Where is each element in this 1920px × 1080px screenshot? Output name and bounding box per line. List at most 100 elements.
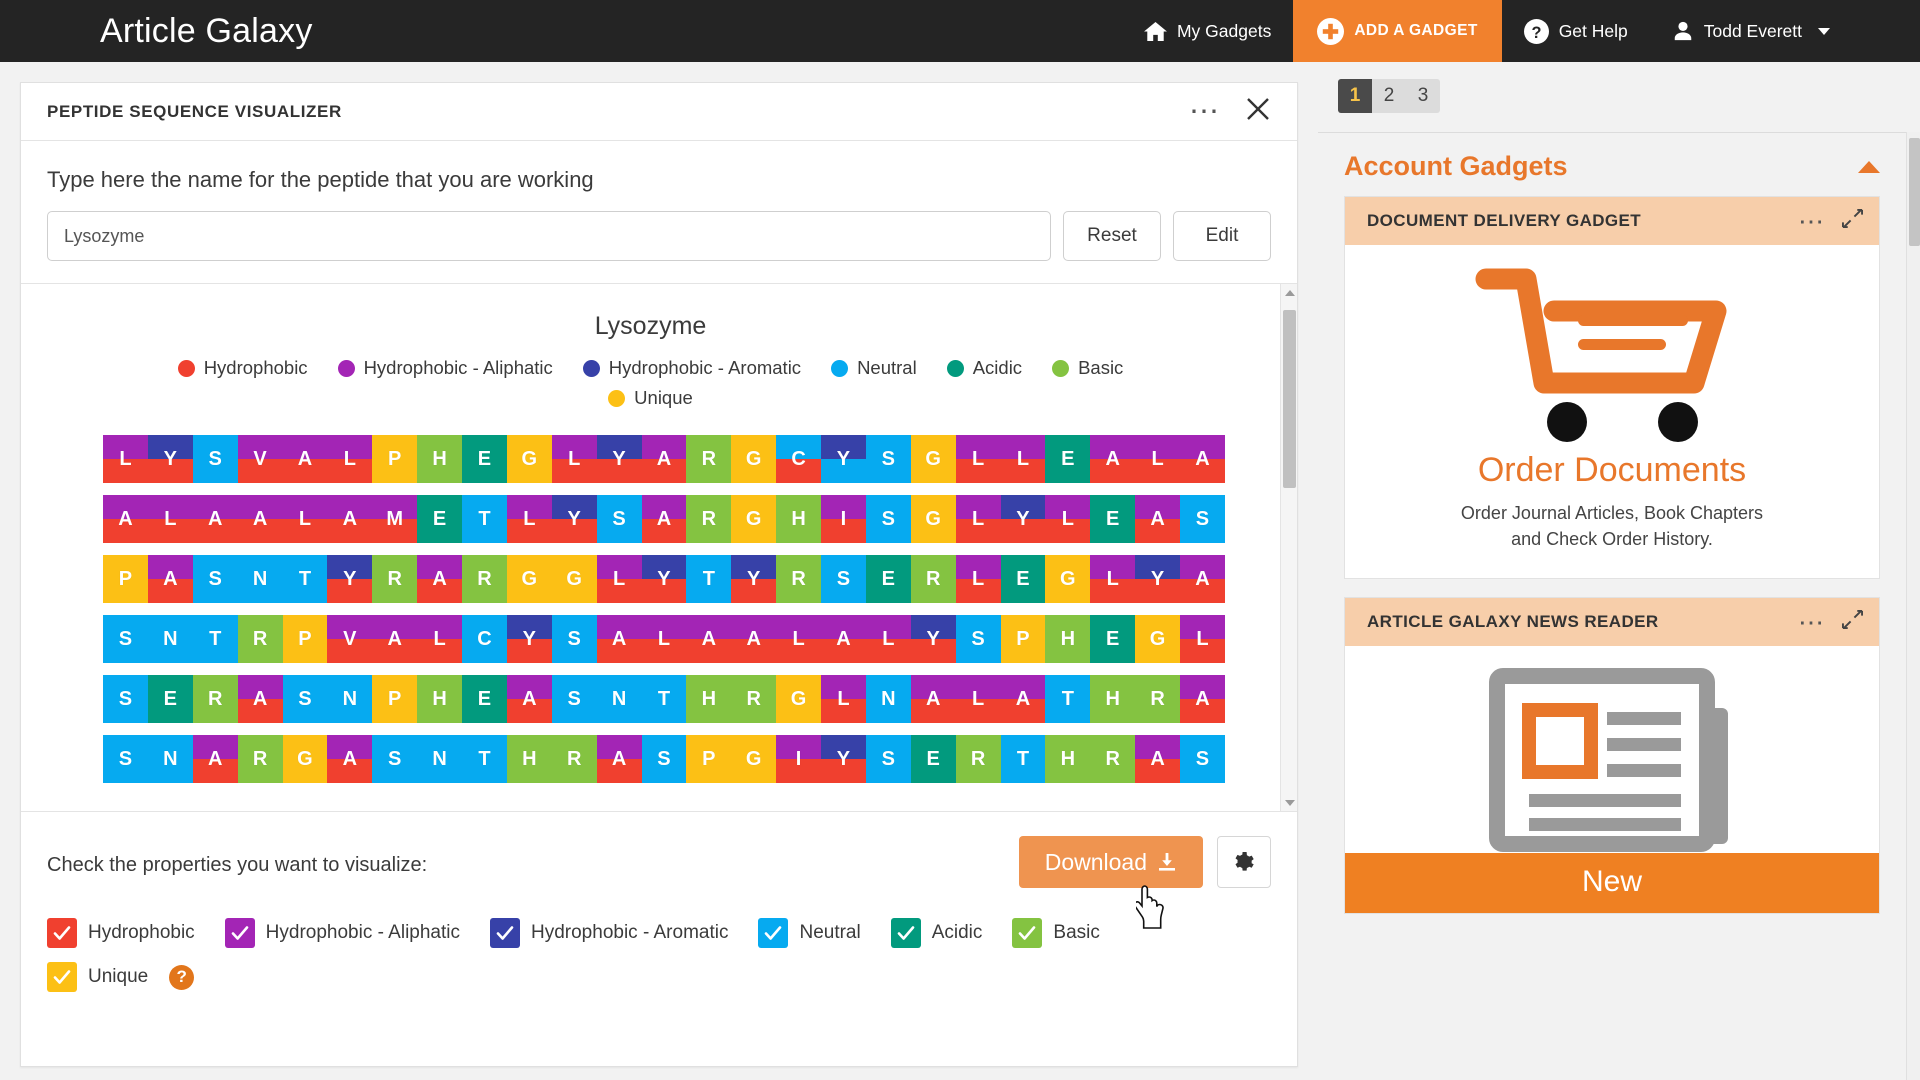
nav-item-user-menu[interactable]: Todd Everett [1650,0,1920,62]
sequence-residue-cell[interactable]: A [192,735,238,783]
sequence-residue-cell[interactable]: S [551,675,597,723]
sequence-residue-cell[interactable]: A [1000,675,1046,723]
sequence-residue-cell[interactable]: R [1135,675,1180,723]
sequence-residue-cell[interactable]: Y [506,615,552,663]
sequence-residue-cell[interactable]: G [1135,615,1180,663]
scrollbar-thumb[interactable] [1283,310,1296,488]
sequence-residue-cell[interactable]: N [596,675,642,723]
property-checkbox[interactable] [758,918,789,948]
sequence-residue-cell[interactable]: A [327,735,373,783]
dashboard-page-1[interactable]: 1 [1338,79,1372,113]
sequence-residue-cell[interactable]: S [865,495,911,543]
nav-item-get-help[interactable]: ? Get Help [1502,0,1650,62]
sequence-residue-cell[interactable]: A [821,615,866,663]
sequence-residue-cell[interactable]: L [282,495,328,543]
sequence-residue-cell[interactable]: P [686,735,732,783]
sequence-residue-cell[interactable]: T [686,555,732,603]
sequence-residue-cell[interactable]: Y [731,555,777,603]
sequence-residue-cell[interactable]: T [641,675,687,723]
sequence-residue-cell[interactable]: C [776,435,821,483]
sequence-residue-cell[interactable]: G [731,495,777,543]
sequence-residue-cell[interactable]: E [462,435,507,483]
sequence-residue-cell[interactable]: E [417,495,462,543]
sequence-residue-cell[interactable]: E [147,675,193,723]
sequence-residue-cell[interactable]: S [865,435,911,483]
sequence-residue-cell[interactable]: H [1045,615,1091,663]
sequence-residue-cell[interactable]: L [955,435,1001,483]
visualization-scrollbar[interactable] [1280,284,1297,811]
sequence-residue-cell[interactable]: E [1090,615,1136,663]
sequence-residue-cell[interactable]: L [1045,495,1091,543]
sequence-residue-cell[interactable]: L [506,495,552,543]
property-checkbox[interactable] [490,918,520,948]
sequence-residue-cell[interactable]: V [327,615,373,663]
sequence-residue-cell[interactable]: A [282,435,328,483]
property-checkbox[interactable] [47,918,77,948]
sequence-residue-cell[interactable]: S [1180,495,1225,543]
sequence-residue-cell[interactable]: G [910,435,956,483]
expand-icon[interactable] [1842,208,1863,234]
sequence-residue-cell[interactable]: L [417,615,462,663]
sequence-residue-cell[interactable]: R [192,675,238,723]
sequence-residue-cell[interactable]: L [1090,555,1136,603]
sequence-residue-cell[interactable]: A [641,495,687,543]
sequence-residue-cell[interactable]: L [821,675,866,723]
sequence-residue-cell[interactable]: E [1090,495,1136,543]
sequence-residue-cell[interactable]: H [506,735,552,783]
sequence-residue-cell[interactable]: Y [551,495,597,543]
sequence-residue-cell[interactable]: A [237,495,283,543]
sequence-residue-cell[interactable]: E [1000,555,1046,603]
sequence-residue-cell[interactable]: A [372,615,418,663]
sequence-residue-cell[interactable]: L [865,615,911,663]
sequence-residue-cell[interactable]: H [1045,735,1091,783]
sequence-residue-cell[interactable]: N [147,735,193,783]
sequence-residue-cell[interactable]: A [1180,675,1225,723]
sequence-residue-cell[interactable]: A [1135,735,1180,783]
sequence-residue-cell[interactable]: A [731,615,777,663]
dashboard-page-2[interactable]: 2 [1372,79,1406,113]
sequence-residue-cell[interactable]: L [641,615,687,663]
sequence-residue-cell[interactable]: A [103,495,148,543]
sequence-residue-cell[interactable]: Y [596,435,642,483]
sequence-residue-cell[interactable]: E [865,555,911,603]
sequence-residue-cell[interactable]: H [417,435,462,483]
sequence-residue-cell[interactable]: H [1090,675,1136,723]
sequence-residue-cell[interactable]: R [1090,735,1136,783]
sequence-residue-cell[interactable]: M [372,495,418,543]
sequence-residue-cell[interactable]: A [1180,435,1225,483]
sequence-residue-cell[interactable]: Y [821,735,866,783]
sequence-residue-cell[interactable]: Y [147,435,193,483]
order-documents-heading[interactable]: Order Documents [1345,451,1879,490]
sequence-residue-cell[interactable]: T [462,495,507,543]
sequence-residue-cell[interactable]: A [237,675,283,723]
sequence-residue-cell[interactable]: T [1000,735,1046,783]
sequence-residue-cell[interactable]: A [596,735,642,783]
sequence-residue-cell[interactable]: G [731,435,777,483]
sidebar-scrollbar[interactable] [1906,132,1920,1080]
sequence-residue-cell[interactable]: T [1045,675,1091,723]
sequence-residue-cell[interactable]: G [551,555,597,603]
sequence-residue-cell[interactable]: T [462,735,507,783]
sequence-residue-cell[interactable]: L [103,435,148,483]
property-checkbox-item[interactable]: Hydrophobic [47,918,195,948]
sequence-residue-cell[interactable]: N [327,675,373,723]
sequence-residue-cell[interactable]: R [776,555,821,603]
sequence-residue-cell[interactable]: L [776,615,821,663]
sequence-residue-cell[interactable]: A [147,555,193,603]
sidebar-scrollbar-thumb[interactable] [1909,138,1920,246]
more-options-icon[interactable]: ⋯ [1175,96,1235,126]
sequence-residue-cell[interactable]: G [506,555,552,603]
sequence-residue-cell[interactable]: A [1090,435,1136,483]
sequence-residue-cell[interactable]: T [282,555,328,603]
sequence-residue-cell[interactable]: L [955,675,1001,723]
sequence-residue-cell[interactable]: Y [910,615,956,663]
property-checkbox-item[interactable]: Unique? [47,962,195,992]
sequence-residue-cell[interactable]: R [462,555,507,603]
property-checkbox-item[interactable]: Acidic [890,918,982,948]
sequence-residue-cell[interactable]: S [103,615,148,663]
sequence-residue-cell[interactable]: R [731,675,777,723]
sequence-residue-cell[interactable]: I [821,495,866,543]
sequence-residue-cell[interactable]: S [821,555,866,603]
sequence-residue-cell[interactable]: A [641,435,687,483]
sequence-residue-cell[interactable]: R [372,555,418,603]
